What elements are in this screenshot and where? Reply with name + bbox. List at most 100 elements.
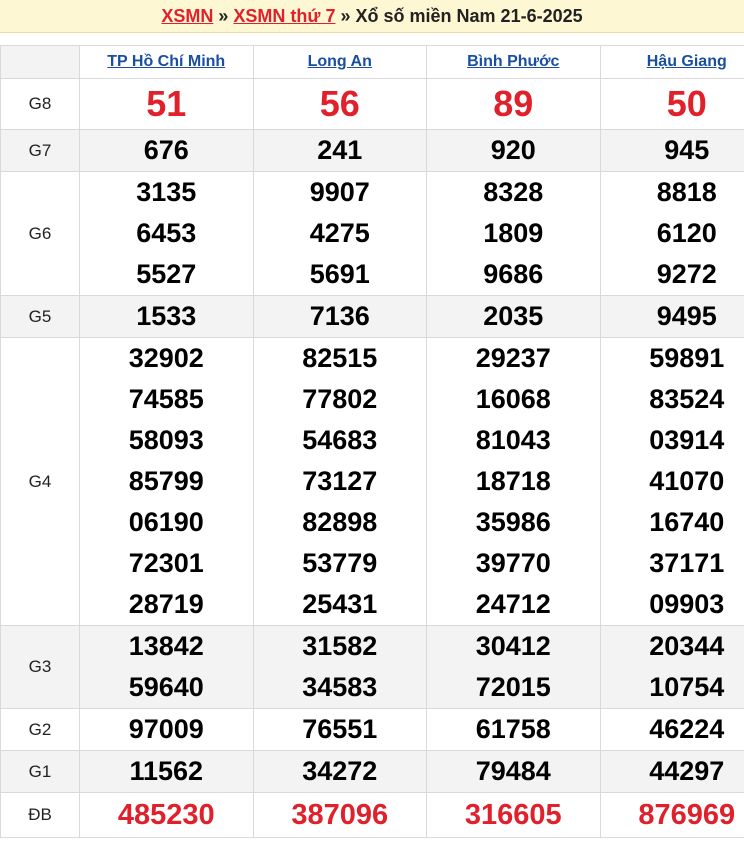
prize-number: 6453 bbox=[136, 218, 197, 248]
prize-number: 13842 bbox=[128, 631, 204, 661]
prize-number: 676 bbox=[143, 135, 189, 165]
prize-row-g4: G4 32902 74585 58093 85799 06190 72301 28719 825… bbox=[0, 337, 744, 626]
prize-number: 1809 bbox=[483, 218, 544, 248]
prize-cell: 13842 59640 bbox=[79, 625, 254, 709]
prize-number: 9907 bbox=[309, 177, 370, 207]
prize-label: G3 bbox=[0, 625, 80, 709]
prize-number: 03914 bbox=[649, 425, 725, 455]
prize-number: 81043 bbox=[475, 425, 551, 455]
prize-number: 59891 bbox=[649, 343, 725, 373]
prize-number: 59640 bbox=[128, 672, 204, 702]
prize-cell: 876969 bbox=[599, 792, 744, 838]
prize-cell: 46224 bbox=[599, 708, 744, 751]
prize-number: 485230 bbox=[117, 799, 215, 831]
prize-label: G1 bbox=[0, 750, 80, 793]
prize-label: G5 bbox=[0, 295, 80, 338]
prize-number: 73127 bbox=[302, 466, 378, 496]
prize-number: 18718 bbox=[475, 466, 551, 496]
province-link[interactable]: TP Hồ Chí Minh bbox=[107, 53, 225, 70]
prize-number: 28719 bbox=[128, 589, 204, 619]
prize-number: 34583 bbox=[302, 672, 378, 702]
prize-cell: 82515 77802 54683 73127 82898 53779 25431 bbox=[252, 337, 427, 626]
province-link[interactable]: Hậu Giang bbox=[647, 53, 727, 70]
prize-number: 74585 bbox=[128, 384, 204, 414]
prize-number: 31582 bbox=[302, 631, 378, 661]
prize-number: 50 bbox=[666, 83, 707, 124]
prize-cell: 945 bbox=[599, 129, 744, 172]
prize-number: 39770 bbox=[475, 548, 551, 578]
prize-number: 46224 bbox=[649, 714, 725, 744]
prize-cell: 44297 bbox=[599, 750, 744, 793]
prize-number: 945 bbox=[664, 135, 710, 165]
prize-number: 34272 bbox=[302, 756, 378, 786]
prize-cell: 89 bbox=[426, 78, 601, 130]
prize-number: 5691 bbox=[309, 259, 370, 289]
prize-cell: 8818 6120 9272 bbox=[599, 171, 744, 296]
xsmn-saturday-link[interactable]: XSMN thứ 7 bbox=[233, 6, 335, 26]
prize-number: 61758 bbox=[475, 714, 551, 744]
prize-cell: 79484 bbox=[426, 750, 601, 793]
prize-number: 8818 bbox=[656, 177, 717, 207]
prize-label: G7 bbox=[0, 129, 80, 172]
prize-cell: 316605 bbox=[426, 792, 601, 838]
prize-cell: 1533 bbox=[79, 295, 254, 338]
province-header: Long An bbox=[252, 45, 427, 79]
prize-row-g1: G1 11562 34272 79484 44297 bbox=[0, 750, 744, 793]
prize-number: 35986 bbox=[475, 507, 551, 537]
prize-number: 2035 bbox=[483, 301, 544, 331]
province-link[interactable]: Long An bbox=[308, 53, 372, 70]
prize-number: 1533 bbox=[136, 301, 197, 331]
prize-label: G4 bbox=[0, 337, 80, 626]
province-header: Hậu Giang bbox=[599, 45, 744, 79]
prize-number: 6120 bbox=[656, 218, 717, 248]
prize-cell: 9495 bbox=[599, 295, 744, 338]
prize-row-đb: ĐB 485230 387096 316605 876969 bbox=[0, 792, 744, 838]
prize-cell: 76551 bbox=[252, 708, 427, 751]
prize-number: 77802 bbox=[302, 384, 378, 414]
prize-number: 72301 bbox=[128, 548, 204, 578]
prize-number: 89 bbox=[493, 83, 534, 124]
prize-number: 920 bbox=[490, 135, 536, 165]
breadcrumb-separator: » bbox=[340, 6, 351, 26]
prize-number: 4275 bbox=[309, 218, 370, 248]
prize-number: 29237 bbox=[475, 343, 551, 373]
prize-row-g6: G6 3135 6453 5527 9907 4275 5691 8328 1809 9686 88… bbox=[0, 171, 744, 296]
prize-cell: 920 bbox=[426, 129, 601, 172]
prize-number: 85799 bbox=[128, 466, 204, 496]
prize-number: 30412 bbox=[475, 631, 551, 661]
prize-cell: 30412 72015 bbox=[426, 625, 601, 709]
prize-cell: 61758 bbox=[426, 708, 601, 751]
prize-cell: 241 bbox=[252, 129, 427, 172]
prize-cell: 32902 74585 58093 85799 06190 72301 28719 bbox=[79, 337, 254, 626]
prize-number: 56 bbox=[319, 83, 360, 124]
prize-row-g2: G2 97009 76551 61758 46224 bbox=[0, 708, 744, 751]
xsmn-link[interactable]: XSMN bbox=[161, 6, 213, 26]
province-header: TP Hồ Chí Minh bbox=[79, 45, 254, 79]
province-link[interactable]: Bình Phước bbox=[467, 53, 559, 70]
prize-cell: 485230 bbox=[79, 792, 254, 838]
prize-number: 44297 bbox=[649, 756, 725, 786]
prize-cell: 11562 bbox=[79, 750, 254, 793]
prize-label: G2 bbox=[0, 708, 80, 751]
prize-cell: 2035 bbox=[426, 295, 601, 338]
prize-number: 82898 bbox=[302, 507, 378, 537]
prize-number: 387096 bbox=[291, 799, 389, 831]
prize-number: 53779 bbox=[302, 548, 378, 578]
prize-cell: 56 bbox=[252, 78, 427, 130]
prize-number: 72015 bbox=[475, 672, 551, 702]
prize-cell: 31582 34583 bbox=[252, 625, 427, 709]
prize-number: 79484 bbox=[475, 756, 551, 786]
province-header-row: TP Hồ Chí Minh Long An Bình Phước Hậu Gi… bbox=[0, 45, 744, 79]
prize-number: 58093 bbox=[128, 425, 204, 455]
page-header: XSMN » XSMN thứ 7 » Xổ số miền Nam 21-6-… bbox=[0, 0, 744, 33]
prize-cell: 51 bbox=[79, 78, 254, 130]
prize-number: 97009 bbox=[128, 714, 204, 744]
page-title: Xổ số miền Nam 21-6-2025 bbox=[355, 6, 583, 26]
prize-label: G8 bbox=[0, 78, 80, 130]
prize-number: 5527 bbox=[136, 259, 197, 289]
prize-number: 16068 bbox=[475, 384, 551, 414]
prize-number: 16740 bbox=[649, 507, 725, 537]
prize-number: 9495 bbox=[656, 301, 717, 331]
prize-number: 83524 bbox=[649, 384, 725, 414]
prize-number: 37171 bbox=[649, 548, 725, 578]
